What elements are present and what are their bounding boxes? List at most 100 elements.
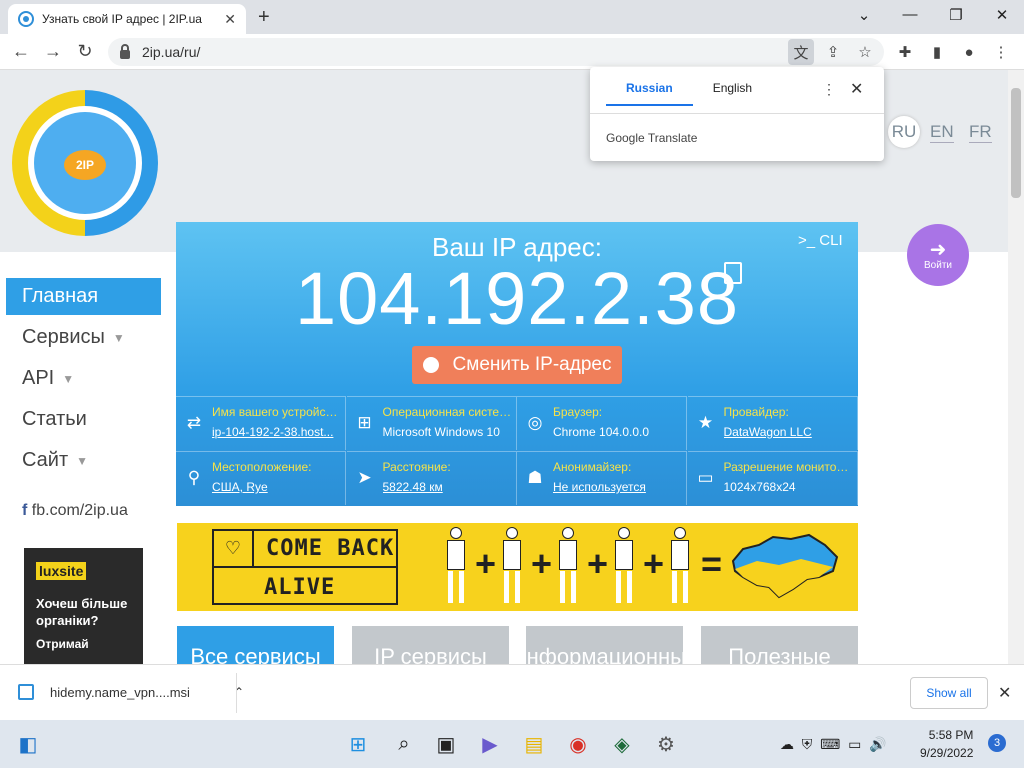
windows-icon: ⊞	[357, 413, 372, 432]
info-value[interactable]: ip-104-192-2-38.host...	[212, 425, 341, 439]
defender-shield-icon: ⛨	[801, 736, 813, 752]
forward-icon[interactable]: →	[42, 41, 64, 62]
info-cell: ⊞ Операционная система: Microsoft Windows …	[346, 396, 517, 450]
close-icon[interactable]: ✕	[850, 79, 863, 99]
restore-icon[interactable]: ❐	[944, 6, 968, 24]
plus-icon: +	[531, 543, 553, 584]
sidebar-menu: Главная Сервисы ▼ API ▼ Статьи Сайт ▼	[6, 278, 161, 483]
translate-tab-english[interactable]: English	[693, 81, 772, 106]
info-cell[interactable]: ➤ Расстояние: 5822.48 км	[346, 451, 517, 505]
info-value[interactable]: Не используется	[553, 480, 682, 494]
settings-gear-icon[interactable]: ⚙	[652, 730, 680, 758]
download-filename: hidemy.name_vpn....msi	[50, 684, 190, 700]
site-logo[interactable]: 2IP	[12, 90, 158, 236]
scrollbar-thumb[interactable]	[1011, 88, 1021, 198]
show-all-button[interactable]: Show all	[910, 677, 988, 709]
change-ip-button[interactable]: Сменить IP-адрес	[412, 346, 622, 384]
soldier-icon	[555, 527, 581, 605]
info-cell[interactable]: ⚲ Местоположение: США, Rye	[176, 451, 346, 505]
search-icon[interactable]: ⌕	[390, 730, 418, 758]
info-cell: ▭ Разрешение монитора: 1024x768x24	[687, 451, 858, 505]
info-cell[interactable]: ☗ Анонимайзер: Не используется	[517, 451, 687, 505]
tab-title: Узнать свой IP адрес | 2IP.ua	[42, 12, 202, 26]
lang-en[interactable]: EN	[930, 122, 954, 143]
system-tray[interactable]: ☁ ⛨ ⌨ ▭ 🔊	[780, 736, 887, 753]
vpn-app-icon[interactable]: ◈	[608, 730, 636, 758]
login-arrow-icon: ➜	[929, 238, 947, 261]
come-back-alive-banner[interactable]: ♡ COME BACK ALIVE + + + + =	[177, 523, 858, 611]
minimize-icon[interactable]: —	[898, 6, 922, 23]
info-value[interactable]: 5822.48 км	[383, 480, 512, 494]
task-view-button-icon[interactable]: ▣	[432, 730, 460, 758]
sidebar-item-site[interactable]: Сайт ▼	[6, 442, 161, 479]
cli-link[interactable]: >_ CLI	[798, 232, 843, 249]
windows-start-icon[interactable]: ⊞	[344, 730, 372, 758]
equals-icon: =	[701, 543, 723, 584]
translate-tab-russian[interactable]: Russian	[606, 81, 693, 106]
new-tab-icon[interactable]: +	[258, 6, 270, 29]
facebook-icon: f	[22, 502, 28, 519]
download-item[interactable]: hidemy.name_vpn....msi ⌃	[18, 684, 244, 700]
close-tab-icon[interactable]: ✕	[224, 11, 236, 28]
browser-tab[interactable]: Узнать свой IP адрес | 2IP.ua ✕	[8, 4, 246, 34]
service-tile[interactable]: Все сервисы	[177, 626, 334, 664]
monitor-icon: ▭	[697, 468, 714, 487]
menu-kebab-icon[interactable]: ⋮	[988, 39, 1014, 65]
clock-time: 5:58 PM	[928, 728, 974, 742]
plus-icon: +	[587, 543, 609, 584]
ukraine-map-icon	[731, 533, 839, 599]
share-icon[interactable]: ⇪	[820, 39, 846, 65]
plus-icon: +	[475, 543, 497, 584]
translate-icon[interactable]: 文	[788, 39, 814, 65]
notification-badge[interactable]: 3	[988, 734, 1006, 752]
task-view-icon[interactable]: ◧	[14, 730, 42, 758]
info-title: Провайдер:	[723, 405, 789, 419]
heart-icon: ♡	[214, 531, 254, 566]
lang-fr[interactable]: FR	[969, 122, 992, 143]
sidebar-item-services[interactable]: Сервисы ▼	[6, 319, 161, 356]
info-value[interactable]: DataWagon LLC	[724, 425, 853, 439]
service-tile[interactable]: IP сервисы	[352, 626, 509, 664]
info-cell[interactable]: ⇄ Имя вашего устройства: ip-104-192-2-38.h…	[176, 396, 346, 450]
lang-ru[interactable]: RU	[888, 116, 920, 148]
copy-icon[interactable]	[724, 262, 742, 284]
profile-icon[interactable]: ●	[956, 39, 982, 65]
extensions-icon[interactable]: ✚	[892, 39, 918, 65]
sidebar-item-articles[interactable]: Статьи	[6, 401, 161, 438]
url-text: 2ip.ua/ru/	[142, 44, 201, 60]
page-scrollbar[interactable]	[1008, 70, 1024, 664]
service-tile[interactable]: Информационные	[526, 626, 683, 664]
service-tile[interactable]: Полезные	[701, 626, 858, 664]
file-explorer-icon[interactable]: ▤	[520, 730, 548, 758]
volume-icon: 🔊	[869, 736, 887, 752]
sidebar-item-api[interactable]: API ▼	[6, 360, 161, 397]
chevron-down-icon: ▼	[112, 330, 125, 345]
sidebar-item-home[interactable]: Главная	[6, 278, 161, 315]
soldier-icon	[443, 527, 469, 605]
translate-popup: Russian English ⋮ ✕ Google Translate	[590, 67, 884, 161]
facebook-link[interactable]: f fb.com/2ip.ua	[22, 502, 128, 520]
reload-icon[interactable]: ↻	[74, 41, 96, 62]
bookmark-star-icon[interactable]: ☆	[852, 39, 878, 65]
spy-icon	[422, 357, 439, 373]
info-title: Расстояние:	[382, 460, 451, 474]
anonymizer-icon: ☗	[527, 468, 543, 487]
ip-address: 104.192.2.38	[294, 257, 740, 340]
soldier-icon	[611, 527, 637, 605]
info-cell[interactable]: ★ Провайдер: DataWagon LLC	[687, 396, 858, 450]
info-value[interactable]: США, Rye	[212, 480, 341, 494]
swap-icon: ⇄	[186, 413, 202, 432]
back-icon[interactable]: ←	[10, 41, 32, 62]
taskbar-clock[interactable]: 5:58 PM 9/29/2022	[920, 728, 973, 760]
ad-banner[interactable]: luxsite Хочеш більше органіки? Отримай	[24, 548, 143, 664]
address-bar[interactable]: 2ip.ua/ru/	[108, 38, 884, 66]
close-download-bar-icon[interactable]: ✕	[998, 683, 1011, 703]
login-button[interactable]: ➜ Войти	[907, 224, 969, 286]
cloud-off-icon: ☁	[780, 736, 794, 752]
more-options-icon[interactable]: ⋮	[822, 81, 836, 98]
chat-icon[interactable]: ▶	[476, 730, 504, 758]
side-panel-icon[interactable]: ▮	[924, 39, 950, 65]
chrome-icon[interactable]: ◉	[564, 730, 592, 758]
close-window-icon[interactable]: ✕	[990, 6, 1014, 24]
chevron-down-icon[interactable]: ⌄	[852, 6, 876, 24]
